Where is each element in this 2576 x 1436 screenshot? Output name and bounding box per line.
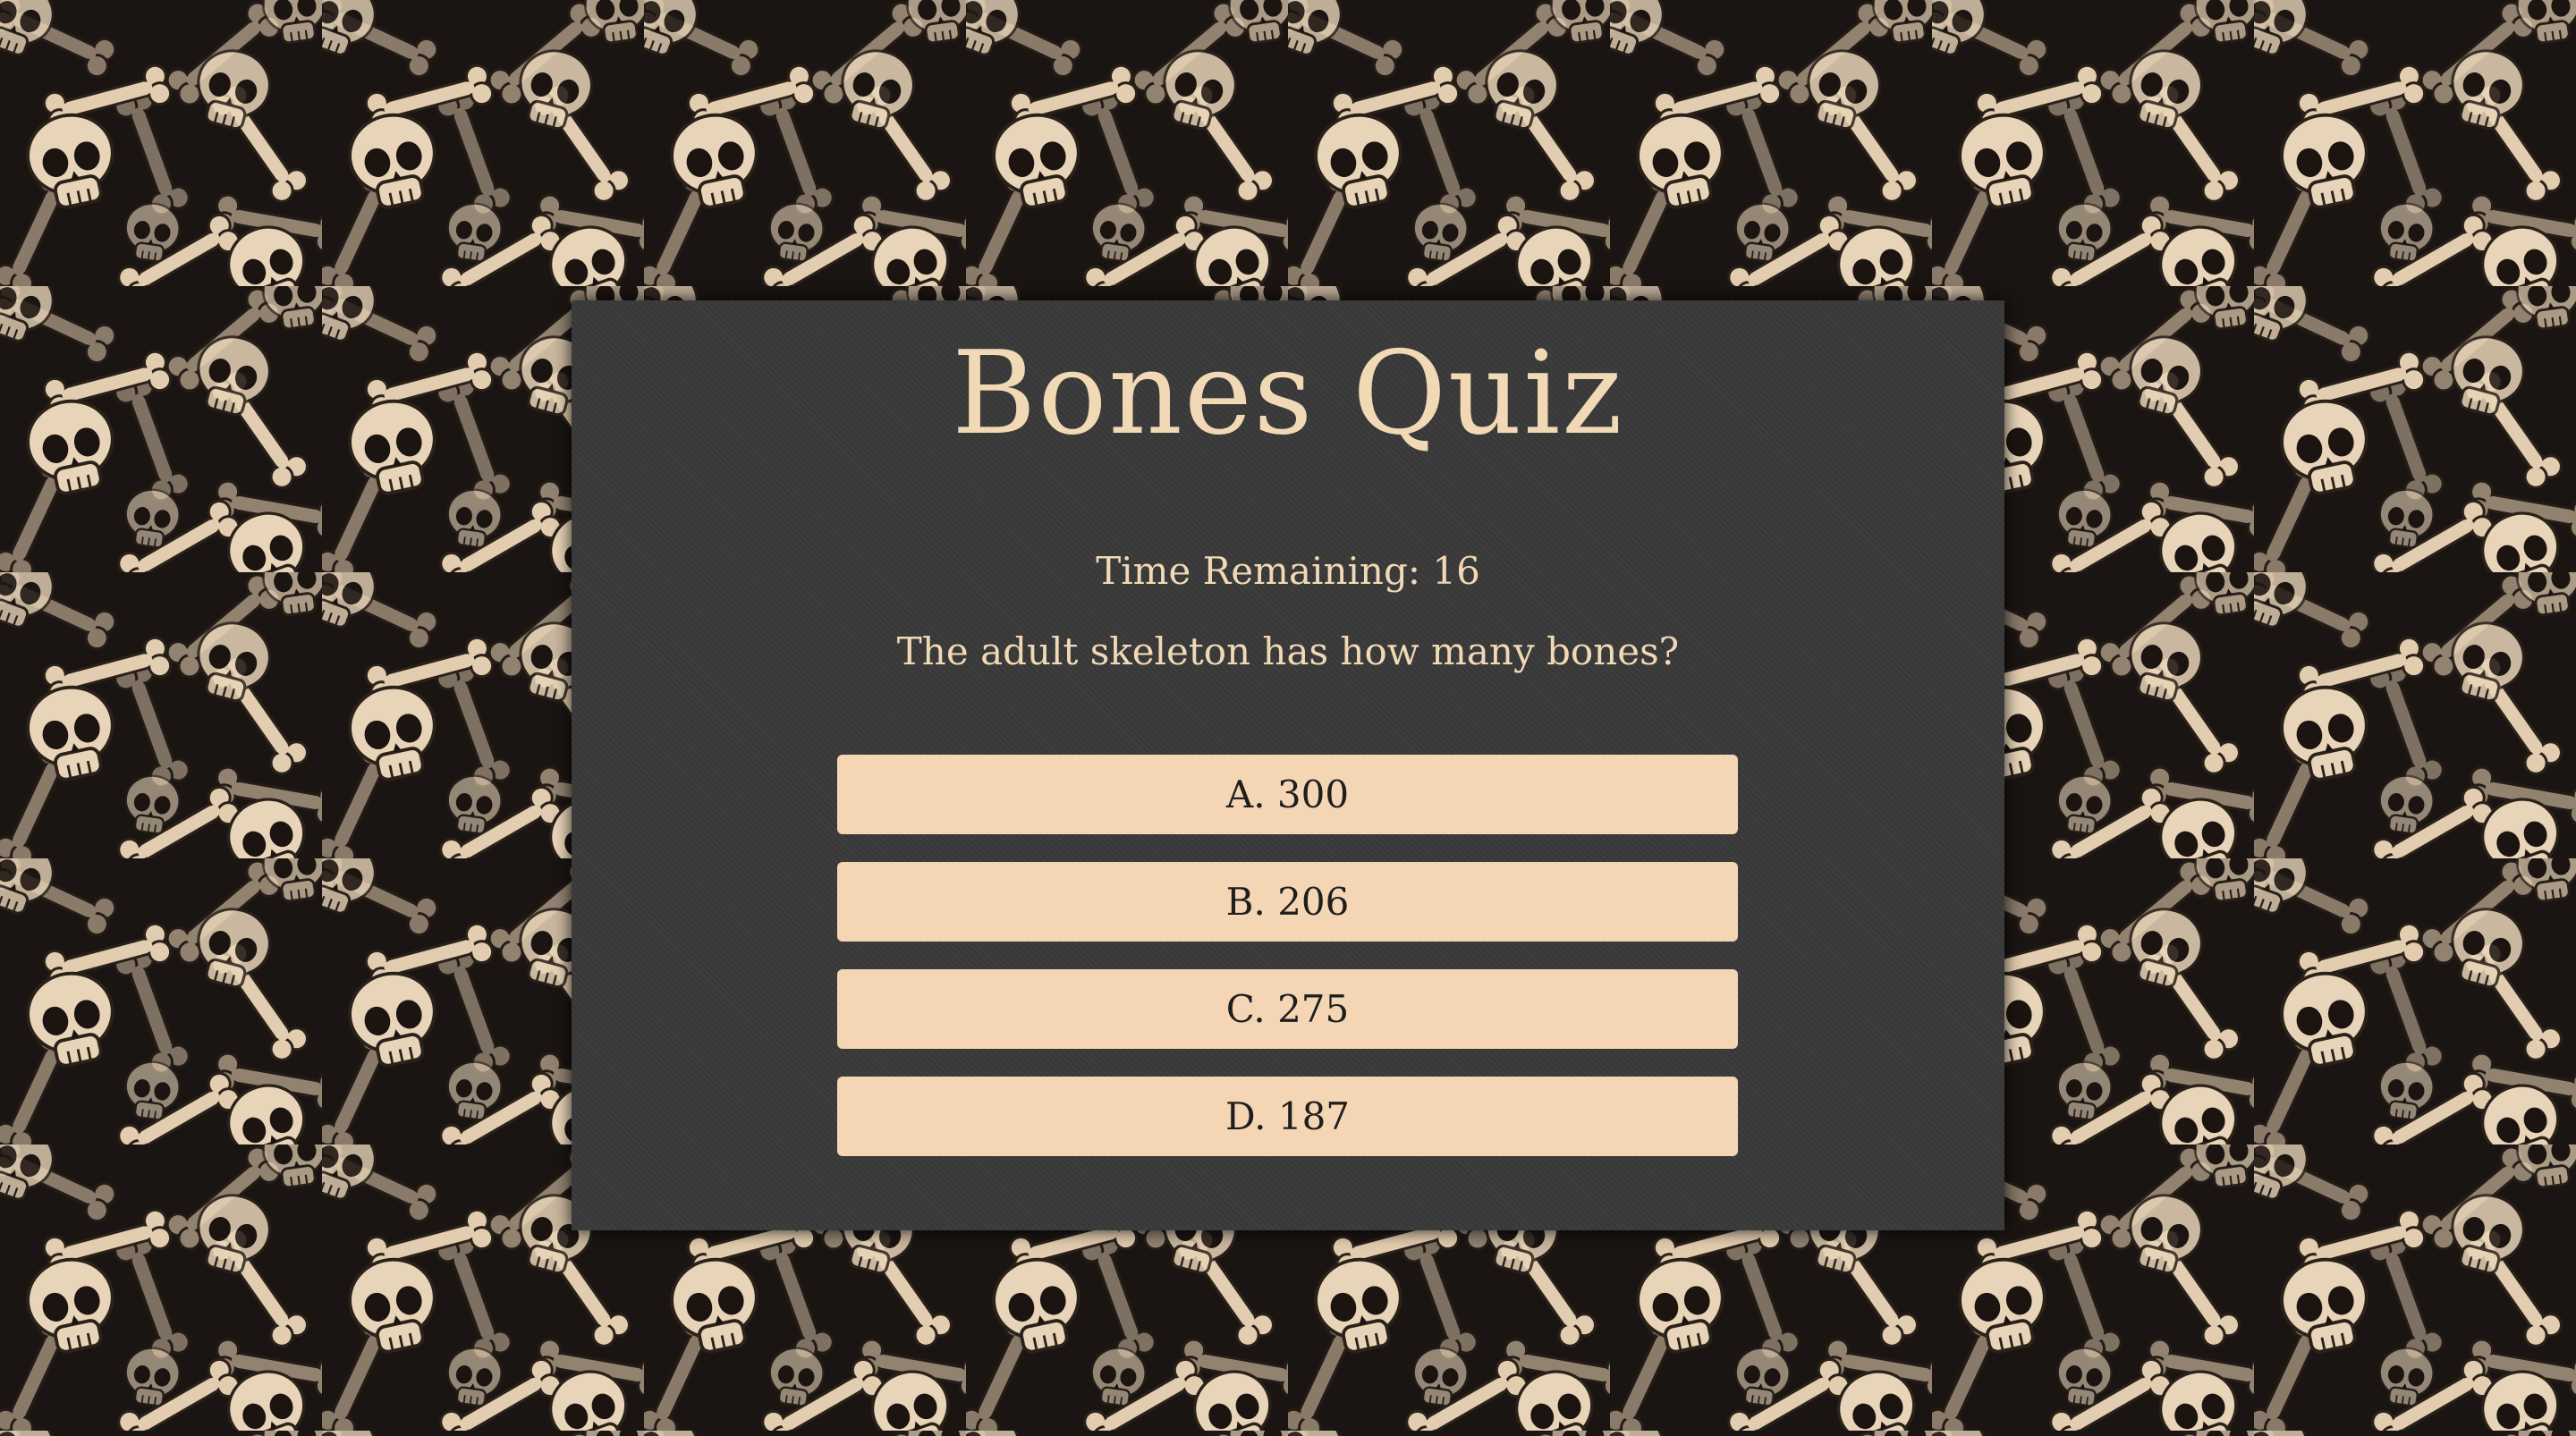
- answer-button-c[interactable]: C. 275: [837, 969, 1738, 1049]
- answer-button-d[interactable]: D. 187: [837, 1077, 1738, 1156]
- answer-button-a[interactable]: A. 300: [837, 755, 1738, 834]
- quiz-panel: Bones Quiz Time Remaining: 16 The adult …: [572, 300, 2004, 1230]
- answer-list: A. 300 B. 206 C. 275 D. 187: [837, 755, 1738, 1184]
- question-text: The adult skeleton has how many bones?: [896, 629, 1680, 673]
- time-remaining: Time Remaining: 16: [1096, 549, 1480, 593]
- quiz-title: Bones Quiz: [952, 327, 1624, 460]
- answer-button-b[interactable]: B. 206: [837, 862, 1738, 942]
